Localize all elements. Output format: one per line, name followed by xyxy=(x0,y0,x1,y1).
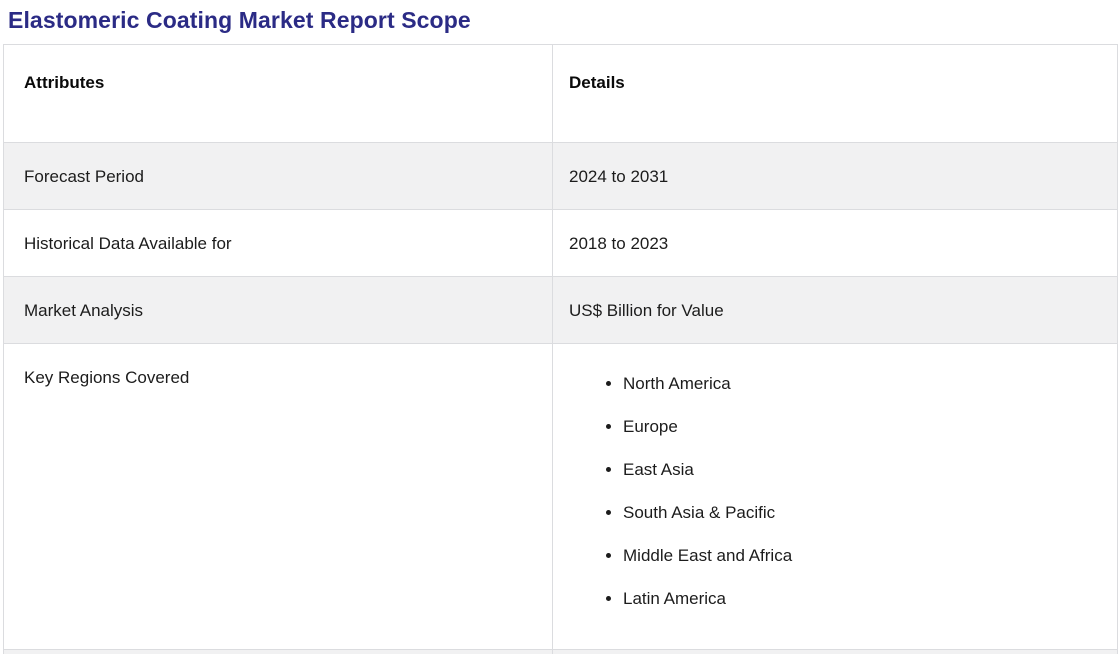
detail-cell xyxy=(552,649,1118,654)
page-title: Elastomeric Coating Market Report Scope xyxy=(8,7,471,33)
report-scope-table: Attributes Details Forecast Period 2024 … xyxy=(3,44,1118,654)
attribute-cell: Market Analysis xyxy=(3,276,553,344)
table-row-market-analysis: Market Analysis US$ Billion for Value xyxy=(3,276,1118,344)
table-row-historical-data: Historical Data Available for 2018 to 20… xyxy=(3,209,1118,277)
region-item: North America xyxy=(623,371,1097,396)
table-header-details: Details xyxy=(552,44,1118,143)
attribute-cell: Key Regions Covered xyxy=(3,343,553,650)
region-item: Europe xyxy=(623,414,1097,439)
attribute-cell xyxy=(3,649,553,654)
table-row-key-regions: Key Regions Covered North America Europe… xyxy=(3,343,1118,650)
detail-cell: 2018 to 2023 xyxy=(552,209,1118,277)
region-item: Latin America xyxy=(623,586,1097,611)
table-row-forecast-period: Forecast Period 2024 to 2031 xyxy=(3,142,1118,210)
region-item: South Asia & Pacific xyxy=(623,500,1097,525)
attribute-cell: Historical Data Available for xyxy=(3,209,553,277)
detail-cell: North America Europe East Asia South Asi… xyxy=(552,343,1118,650)
detail-cell: US$ Billion for Value xyxy=(552,276,1118,344)
table-row-partial-cutoff xyxy=(3,649,1118,654)
region-item: Middle East and Africa xyxy=(623,543,1097,568)
table-header-row: Attributes Details xyxy=(3,44,1118,143)
table-header-attributes: Attributes xyxy=(3,44,553,143)
attribute-cell: Forecast Period xyxy=(3,142,553,210)
regions-list: North America Europe East Asia South Asi… xyxy=(569,371,1097,611)
detail-cell: 2024 to 2031 xyxy=(552,142,1118,210)
region-item: East Asia xyxy=(623,457,1097,482)
